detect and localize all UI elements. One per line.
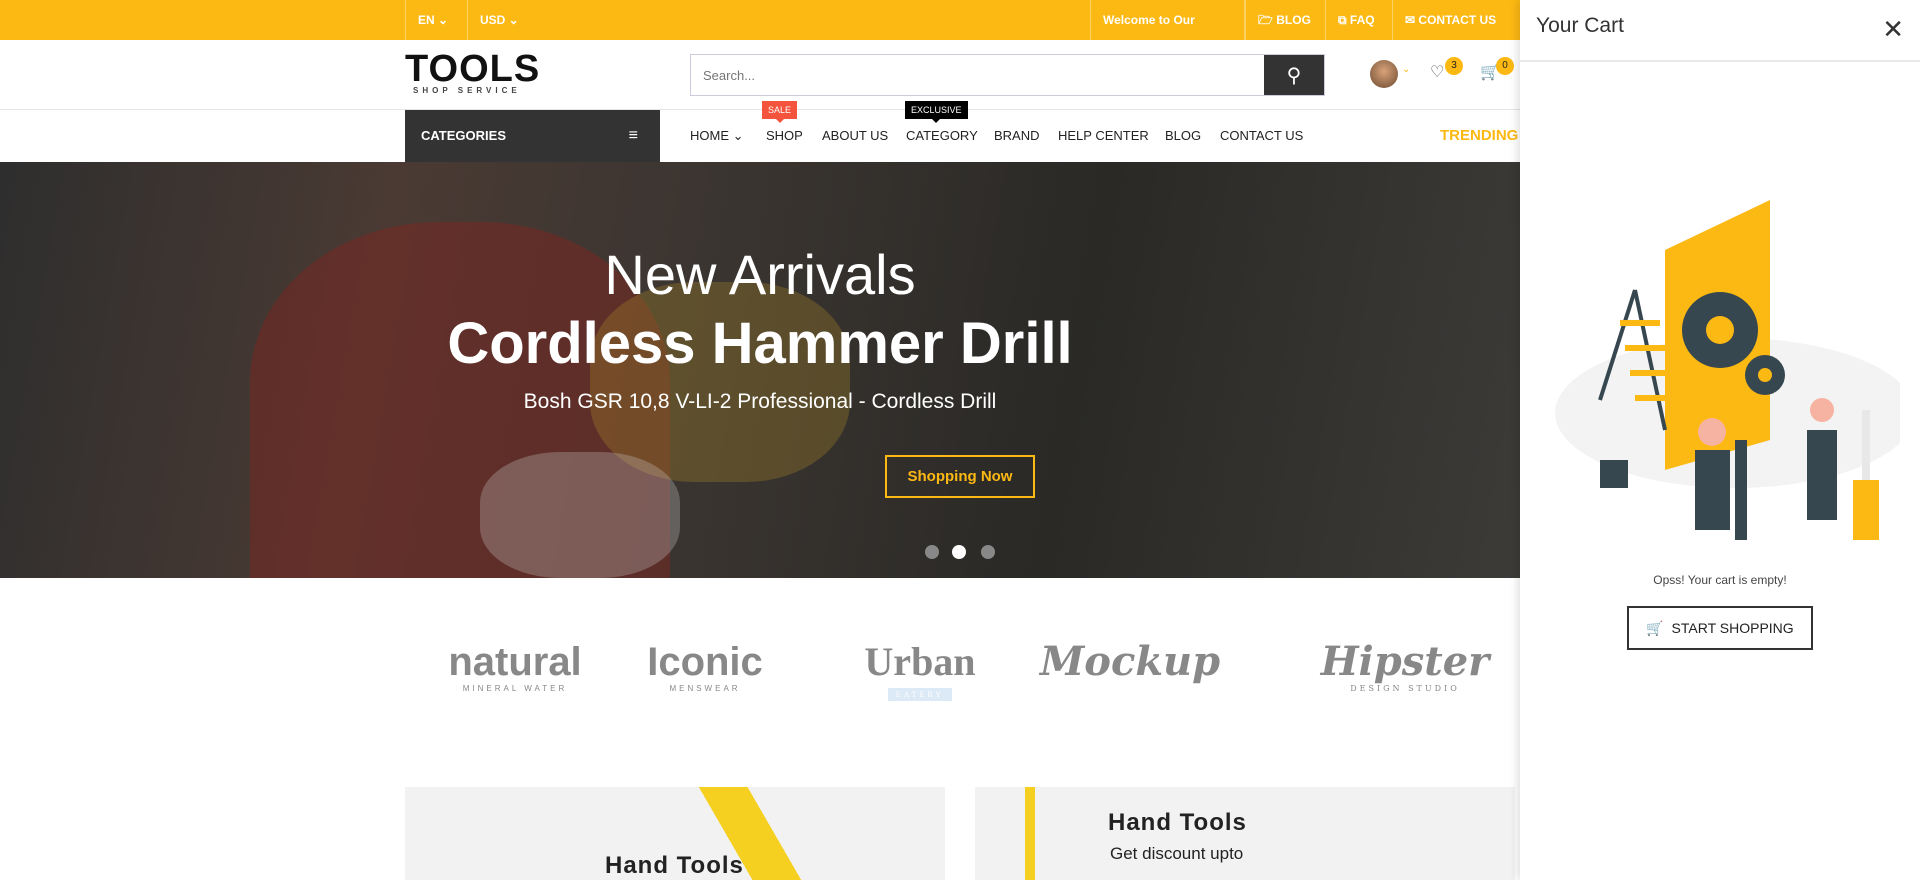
nav-about[interactable]: ABOUT US (822, 110, 888, 162)
brand-sub: EATERY (887, 688, 953, 701)
categories-button[interactable]: CATEGORIES ≡ (405, 110, 660, 162)
search-input[interactable] (691, 55, 1264, 95)
brand-logo[interactable]: Iconic MENSWEAR (615, 640, 795, 693)
cart-drawer: Your Cart ✕ Opss! Your cart is empty! 🛒 … (1520, 0, 1920, 880)
hero-image-shape (480, 452, 680, 578)
nav-category-label: CATEGORY (906, 128, 978, 143)
brand-name: Mockup (1040, 638, 1221, 685)
shopping-now-button[interactable]: Shopping Now (885, 455, 1035, 498)
cart-header: Your Cart ✕ (1520, 0, 1920, 62)
contact-label: CONTACT US (1418, 13, 1497, 27)
logo-text: TOOLS (405, 48, 541, 90)
language-select[interactable]: EN ⌄ (405, 0, 467, 40)
hero-subtitle: Bosh GSR 10,8 V-LI-2 Professional - Cord… (523, 390, 997, 413)
brand-name: Iconic (647, 640, 763, 684)
brand-name: Hipster (1320, 638, 1490, 685)
brand-sub: DESIGN STUDIO (1350, 684, 1460, 693)
tape-measure-image (1025, 787, 1035, 880)
contact-link[interactable]: ✉ CONTACT US (1392, 0, 1508, 40)
brand-logo[interactable]: Hipster DESIGN STUDIO (1315, 638, 1495, 694)
banner-subtitle: Get discount upto (1110, 844, 1244, 863)
exclusive-tag: EXCLUSIVE (905, 101, 968, 123)
nav-blog[interactable]: BLOG (1165, 110, 1201, 162)
logo[interactable]: TOOLS SHOP SERVICE (405, 50, 540, 96)
start-shopping-button[interactable]: 🛒 START SHOPPING (1627, 606, 1813, 650)
nav-shop-label: SHOP (766, 128, 803, 143)
wishlist-count-badge: 3 (1445, 57, 1463, 75)
brand-logo[interactable]: natural MINERAL WATER (425, 640, 605, 693)
close-icon[interactable]: ✕ (1882, 14, 1904, 45)
brand-sub: MENSWEAR (669, 684, 741, 693)
slider-dot[interactable] (981, 545, 995, 559)
banner-title: Hand Tools (605, 852, 744, 879)
trending-label[interactable]: TRENDING (1440, 110, 1518, 162)
hand-tools-discount-banner[interactable]: Hand Tools Get discount upto (975, 787, 1515, 880)
categories-label: CATEGORIES (421, 128, 506, 143)
chevron-down-icon: ⌄ (1402, 64, 1411, 75)
faq-label: FAQ (1349, 13, 1375, 27)
cart-count-badge: 0 (1496, 57, 1514, 75)
slider-dot-active[interactable] (952, 545, 966, 559)
cart-icon: 🛒 (1646, 619, 1664, 636)
start-shopping-label: START SHOPPING (1671, 619, 1794, 636)
language-label: EN (418, 13, 435, 27)
banner-title: Hand Tools (1108, 809, 1247, 836)
hero-slider: New Arrivals Cordless Hammer Drill Bosh … (0, 162, 1520, 578)
currency-select[interactable]: USD ⌄ (467, 0, 533, 40)
hero-heading: New Arrivals (604, 243, 916, 306)
blog-link[interactable]: 🗁 BLOG (1245, 0, 1323, 40)
sale-tag: SALE (762, 101, 798, 123)
hand-tools-banner[interactable]: Hand Tools (405, 787, 945, 880)
nav-category[interactable]: EXCLUSIVE CATEGORY (905, 101, 978, 162)
nav-brand[interactable]: BRAND (994, 110, 1040, 162)
welcome-text: Welcome to Our Store! (1090, 0, 1245, 67)
blog-label: BLOG (1276, 13, 1311, 27)
empty-cart-illustration (1555, 200, 1900, 540)
logo-subtitle: SHOP SERVICE (413, 86, 521, 95)
search-button[interactable]: ⚲ (1264, 55, 1324, 95)
menu-icon: ≡ (628, 127, 638, 144)
brand-logo[interactable]: Mockup (1040, 640, 1220, 684)
brand-logo[interactable]: Urban EATERY (830, 640, 1010, 702)
nav-home[interactable]: HOME ⌄ (690, 110, 744, 162)
brand-name: natural (448, 640, 582, 684)
mail-icon: ✉ (1405, 13, 1416, 27)
folder-icon: 🗁 (1258, 13, 1273, 27)
cart-title: Your Cart (1536, 14, 1624, 37)
slider-dot[interactable] (925, 545, 939, 559)
brand-name: Urban (864, 639, 976, 684)
currency-label: USD (480, 13, 506, 27)
avatar[interactable] (1370, 60, 1398, 88)
empty-cart-message: Opss! Your cart is empty! (1653, 573, 1787, 587)
search-icon: ⚲ (1286, 64, 1302, 87)
wishlist-heart-icon[interactable]: ♡ (1430, 62, 1444, 82)
faq-link[interactable]: ⧉ FAQ (1325, 0, 1387, 40)
brand-sub: MINERAL WATER (462, 684, 568, 693)
nav-help-center[interactable]: HELP CENTER (1058, 110, 1149, 162)
copy-icon: ⧉ (1338, 13, 1347, 27)
hero-title: Cordless Hammer Drill (447, 311, 1073, 376)
search-bar: ⚲ (690, 54, 1325, 96)
nav-shop[interactable]: SALE SHOP (762, 101, 803, 162)
nav-contact[interactable]: CONTACT US (1220, 110, 1303, 162)
